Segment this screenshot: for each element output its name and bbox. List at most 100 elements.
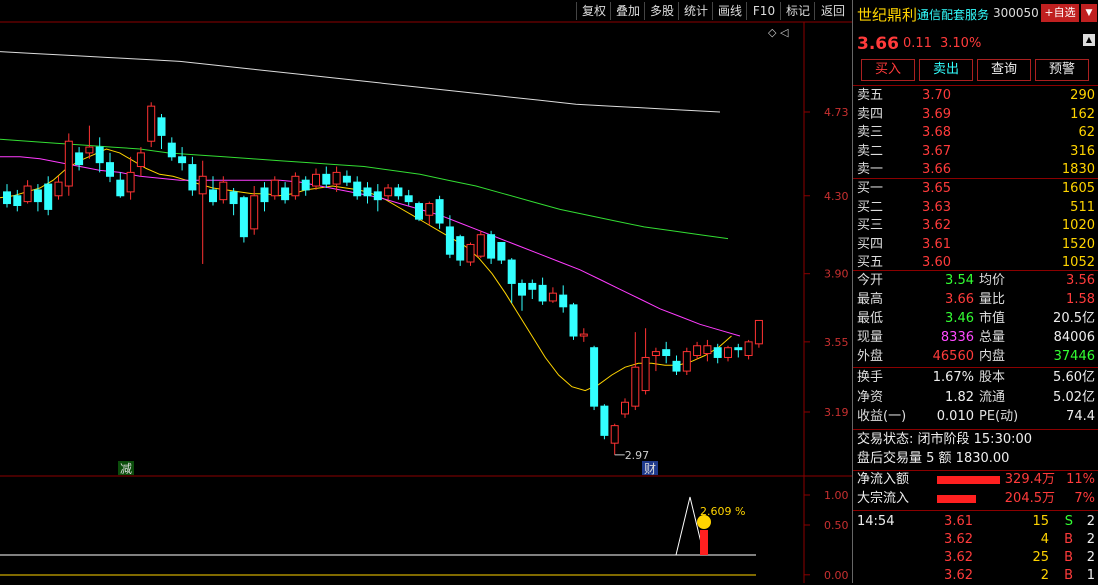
- candle-body: [641, 356, 650, 392]
- candle: [239, 195, 248, 243]
- stat-value: 3.56: [1066, 273, 1095, 288]
- candle: [456, 234, 465, 266]
- candle-body: [136, 152, 145, 168]
- tick-count: 2: [1086, 532, 1095, 547]
- alert-button[interactable]: 预警: [1035, 59, 1089, 81]
- candle: [167, 137, 176, 161]
- candle: [85, 125, 94, 159]
- stat-label: 最低: [857, 311, 884, 326]
- order-label: 卖三: [857, 125, 884, 140]
- candle-body: [651, 351, 660, 357]
- candle: [744, 339, 753, 360]
- candle-body: [487, 234, 496, 259]
- candle-body: [497, 242, 506, 261]
- candle: [147, 102, 156, 148]
- toolbar-multi-stock[interactable]: 多股: [644, 2, 679, 20]
- order-price: 3.61: [922, 236, 951, 252]
- stat-label: 内盘: [979, 349, 1006, 364]
- collapse-icon[interactable]: ▲: [1083, 34, 1095, 46]
- toolbar-statistics[interactable]: 统计: [678, 2, 713, 20]
- flow-row: 大宗流入 204.5万 7%: [853, 490, 1098, 508]
- toolbar-mark[interactable]: 标记: [780, 2, 815, 20]
- candle-body: [590, 347, 599, 407]
- candle: [662, 341, 671, 364]
- candle-body: [693, 345, 702, 357]
- ask-row: 卖五 3.70 290: [853, 87, 1098, 105]
- candle-body: [322, 173, 331, 185]
- tick-volume: 15: [1032, 514, 1049, 529]
- order-volume: 1605: [1061, 181, 1095, 196]
- candle: [703, 339, 712, 362]
- trade-status: 交易状态: 闭市阶段 15:30:00: [857, 432, 1033, 447]
- candle: [538, 277, 547, 305]
- stat-value: 1.67%: [932, 370, 974, 385]
- flow-percent: 11%: [1066, 472, 1095, 487]
- candle-body: [425, 203, 434, 216]
- add-watchlist-button[interactable]: +自选: [1041, 4, 1079, 22]
- stat-value: 20.5亿: [1053, 311, 1095, 326]
- candle-body: [672, 360, 681, 372]
- stat-value: 5.02亿: [1053, 389, 1095, 405]
- order-price: 3.70: [922, 88, 951, 103]
- order-volume: 290: [1070, 88, 1095, 103]
- query-button[interactable]: 查询: [977, 59, 1031, 81]
- order-price: 3.63: [922, 199, 951, 215]
- toolbar-draw[interactable]: 画线: [712, 2, 747, 20]
- candle-body: [507, 259, 516, 284]
- candle: [13, 189, 22, 212]
- order-volume: 162: [1070, 106, 1095, 122]
- candle-body: [291, 175, 300, 197]
- candle-body: [342, 175, 351, 183]
- toolbar-restore-rights[interactable]: 复权: [576, 2, 611, 20]
- tick-row: 14:54 3.61 15 S 2: [853, 513, 1098, 531]
- candle: [631, 332, 640, 411]
- candle: [312, 168, 320, 190]
- chart-corner-icons[interactable]: ◇ ◁: [768, 26, 789, 39]
- ask-row: 卖一 3.66 1830: [853, 161, 1098, 179]
- candle: [425, 201, 434, 225]
- order-volume: 1830: [1061, 162, 1095, 177]
- candle: [342, 170, 351, 187]
- low-price-label: 2.97: [625, 449, 650, 462]
- candle-body: [3, 191, 11, 205]
- divider: [853, 510, 1098, 511]
- candle-body: [466, 243, 475, 263]
- candle: [322, 166, 331, 188]
- candle-body: [415, 203, 423, 220]
- order-volume: 62: [1078, 125, 1095, 140]
- stock-industry[interactable]: 通信配套服务: [917, 6, 989, 23]
- candle: [528, 279, 537, 300]
- candle-body: [518, 282, 526, 296]
- price-axis-label: 4.30: [824, 190, 849, 203]
- candle-body: [600, 405, 609, 436]
- stat-row: 最低 3.46 市值 20.5亿: [853, 310, 1098, 328]
- candle: [353, 176, 362, 200]
- toolbar-f10[interactable]: F10: [746, 2, 781, 20]
- candle-body: [219, 181, 228, 201]
- divider: [853, 178, 1098, 179]
- toolbar-overlay[interactable]: 叠加: [610, 2, 645, 20]
- dropdown-icon[interactable]: ▼: [1081, 4, 1097, 22]
- candle-body: [178, 156, 187, 164]
- candle: [229, 187, 238, 216]
- stat-label: 今开: [857, 273, 884, 288]
- ask-row: 卖三 3.68 62: [853, 124, 1098, 142]
- price-axis-label: 3.55: [824, 336, 849, 349]
- order-price: 3.69: [922, 106, 951, 122]
- divider: [853, 270, 1098, 271]
- flow-label: 净流入额: [857, 472, 910, 487]
- buy-button[interactable]: 买入: [861, 59, 915, 81]
- toolbar-back[interactable]: 返回: [814, 2, 851, 20]
- candle: [610, 423, 619, 455]
- stat-row: 收益(一) 0.010 PE(动) 74.4: [853, 408, 1098, 426]
- candle-body: [75, 152, 84, 166]
- candle: [713, 343, 722, 364]
- kline-chart[interactable]: 4.73 4.30 3.90 3.55 3.19 2.97 减 财 ◇ ◁ 1.00 0.50 0.0…: [0, 0, 852, 583]
- flow-label: 大宗流入: [857, 491, 910, 506]
- candle: [301, 176, 310, 196]
- sell-button[interactable]: 卖出: [919, 59, 973, 81]
- candle-body: [538, 284, 547, 302]
- candle: [260, 182, 269, 212]
- candle-body: [754, 319, 763, 345]
- stat-label: 股本: [979, 370, 1006, 385]
